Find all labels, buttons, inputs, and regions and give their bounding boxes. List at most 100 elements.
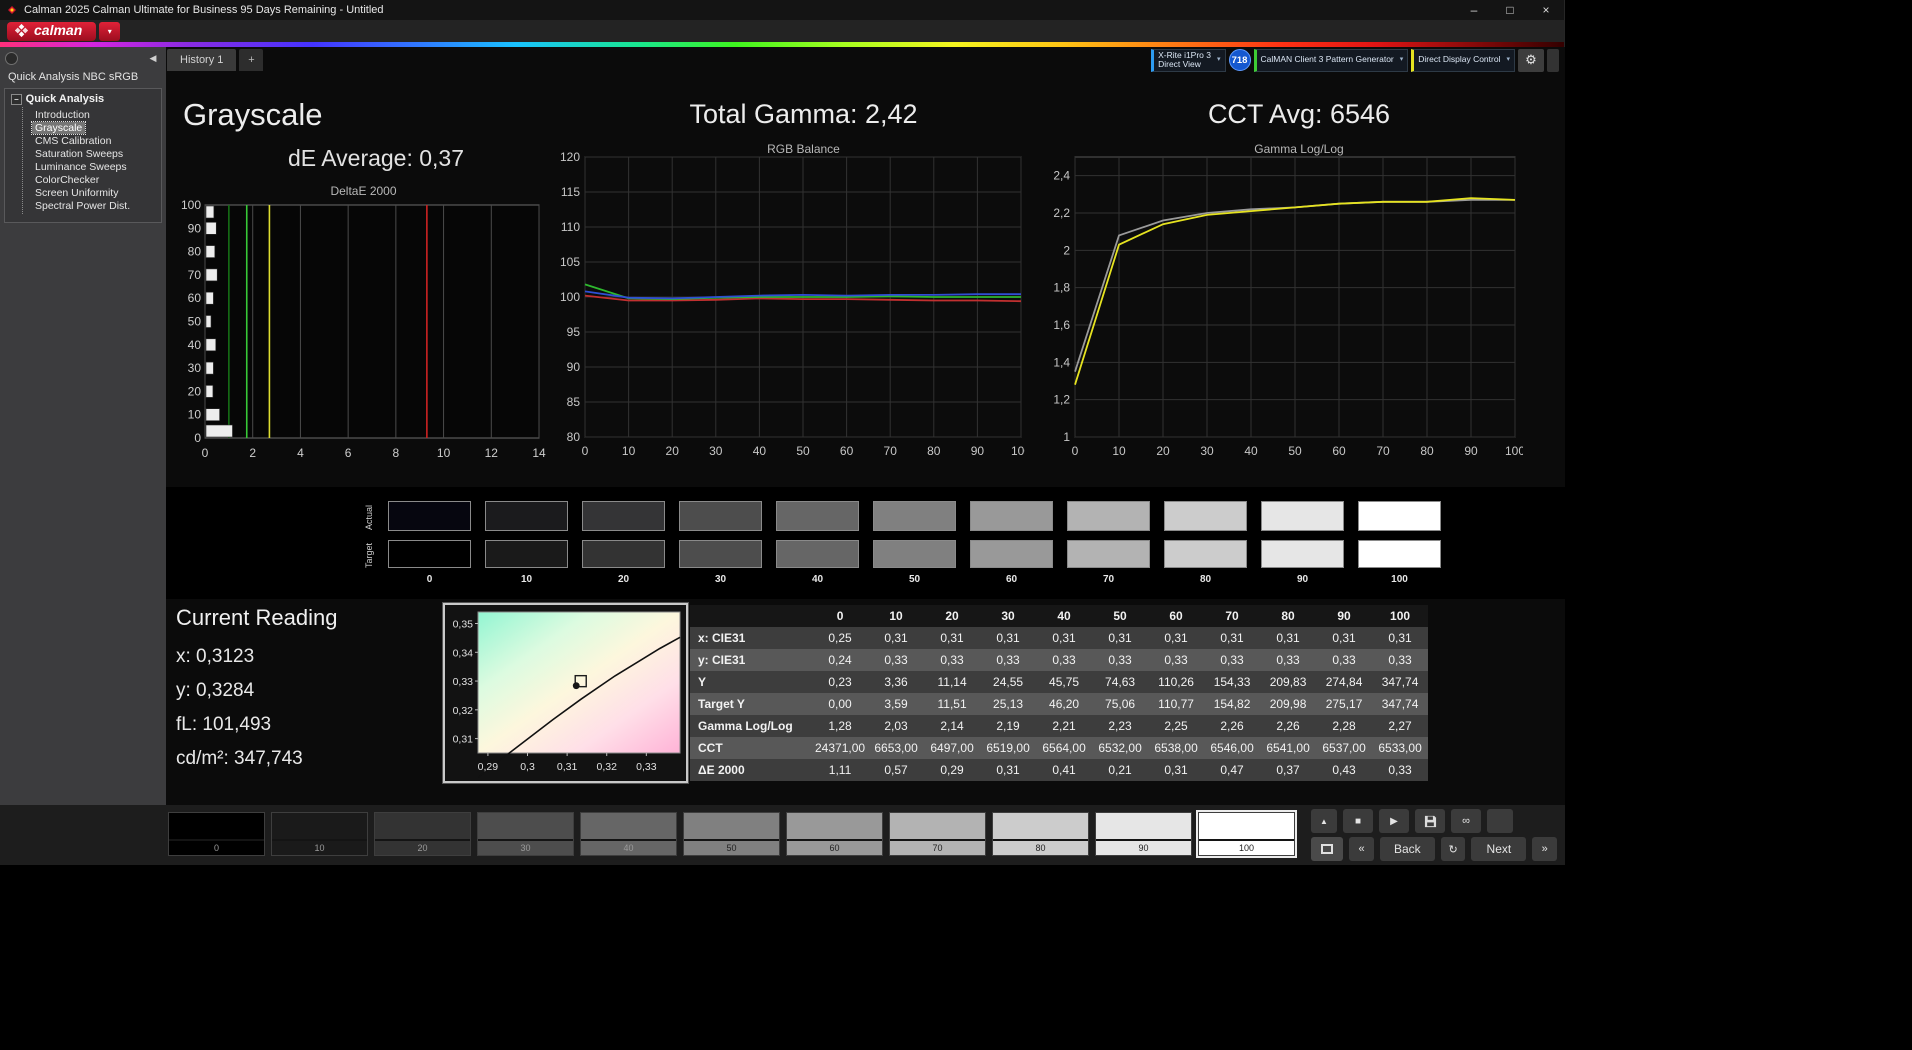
sidebar-collapse-button[interactable]: ◀: [145, 53, 161, 64]
swatch-actual-30: [679, 501, 762, 531]
meter-mode: Direct View: [1158, 60, 1211, 69]
minimize-button[interactable]: –: [1456, 0, 1492, 20]
tree-root[interactable]: −Quick Analysis: [9, 92, 159, 107]
patch-button-20[interactable]: 20: [374, 812, 471, 856]
pattern-window-button[interactable]: [1311, 837, 1343, 861]
table-cell: 0,29: [924, 759, 980, 781]
refresh-button[interactable]: ↻: [1441, 837, 1466, 861]
chevron-down-icon: ▾: [1400, 56, 1404, 64]
tree-items: IntroductionGrayscaleCMS CalibrationSatu…: [22, 107, 159, 214]
meter-select[interactable]: X-Rite i1Pro 3 Direct View ▾: [1151, 49, 1225, 72]
table-cell: 0,31: [1372, 627, 1428, 649]
table-row-label: Gamma Log/Log: [690, 715, 812, 737]
meter-status-badge[interactable]: 718: [1229, 49, 1251, 71]
deltae-chart-title: DeltaE 2000: [176, 184, 551, 198]
close-button[interactable]: ×: [1528, 0, 1564, 20]
save-button[interactable]: [1415, 809, 1445, 833]
patch-button-40[interactable]: 40: [580, 812, 677, 856]
patch-button-60[interactable]: 60: [786, 812, 883, 856]
sidebar-item-colorchecker[interactable]: ColorChecker: [32, 174, 102, 186]
patch-button-0[interactable]: 0: [168, 812, 265, 856]
patch-color: [375, 813, 470, 841]
swatch-actual-100: [1358, 501, 1441, 531]
table-cell: 0,23: [812, 671, 868, 693]
table-cell: 0,33: [868, 649, 924, 671]
patch-button-90[interactable]: 90: [1095, 812, 1192, 856]
calman-menu-button[interactable]: calman: [7, 22, 96, 41]
table-cell: 0,25: [812, 627, 868, 649]
settings-button[interactable]: ⚙: [1518, 49, 1544, 72]
table-cell: 0,31: [1148, 759, 1204, 781]
table-row-label: x: CIE31: [690, 627, 812, 649]
total-gamma-readout: Total Gamma: 2,42: [585, 99, 1022, 130]
sidebar: ◀ Quick Analysis NBC sRGB −Quick Analysi…: [0, 47, 166, 805]
play-button[interactable]: ▶: [1379, 809, 1409, 833]
patch-strip: 0 10 2030405060708090 100: [168, 812, 1295, 856]
table-cell: 0,31: [1260, 627, 1316, 649]
svg-text:95: 95: [567, 325, 581, 339]
sidebar-item-cms-calibration[interactable]: CMS Calibration: [32, 135, 114, 147]
chevrons-right-icon: »: [1542, 843, 1548, 855]
extra-button[interactable]: [1487, 809, 1513, 833]
window-title: Calman 2025 Calman Ultimate for Business…: [24, 4, 384, 16]
svg-text:60: 60: [188, 291, 202, 305]
actual-swatch-row: [388, 501, 1441, 531]
display-control-select[interactable]: Direct Display Control ▾: [1411, 49, 1515, 72]
table-cell: 154,82: [1204, 693, 1260, 715]
swatch-actual-50: [873, 501, 956, 531]
table-cell: 6533,00: [1372, 737, 1428, 759]
swatch-label-50: 50: [873, 574, 956, 585]
sidebar-item-luminance-sweeps[interactable]: Luminance Sweeps: [32, 161, 130, 173]
patch-button-80[interactable]: 80: [992, 812, 1089, 856]
svg-text:1,2: 1,2: [1053, 393, 1070, 407]
link-button[interactable]: ∞: [1451, 809, 1481, 833]
tab-history-1[interactable]: History 1: [167, 49, 236, 71]
pattern-window-up-button[interactable]: ▲: [1311, 809, 1337, 833]
table-cell: 0,31: [1316, 627, 1372, 649]
patch-color: [272, 813, 367, 841]
table-cell: 1,28: [812, 715, 868, 737]
side-handle-button[interactable]: [1547, 49, 1559, 72]
patch-button-10[interactable]: 10: [271, 812, 368, 856]
patch-label: 100: [1199, 841, 1294, 855]
rgb-balance-line-chart: 0102030405060708090100808590951001051101…: [555, 151, 1025, 461]
maximize-button[interactable]: □: [1492, 0, 1528, 20]
svg-text:90: 90: [1464, 444, 1478, 458]
stop-button[interactable]: ■: [1343, 809, 1373, 833]
first-page-button[interactable]: «: [1349, 837, 1374, 861]
svg-text:70: 70: [1376, 444, 1390, 458]
patch-button-30[interactable]: 30: [477, 812, 574, 856]
table-cell: 209,98: [1260, 693, 1316, 715]
pattern-generator-select[interactable]: CalMAN Client 3 Pattern Generator ▾: [1254, 49, 1409, 72]
table-cell: 0,31: [1092, 627, 1148, 649]
last-page-button[interactable]: »: [1532, 837, 1557, 861]
sidebar-item-screen-uniformity[interactable]: Screen Uniformity: [32, 187, 121, 199]
swatch-label-100: 100: [1358, 574, 1441, 585]
table-col-header-0: 0: [812, 605, 868, 627]
table-cell: 110,26: [1148, 671, 1204, 693]
tree-expander-icon[interactable]: −: [11, 94, 22, 105]
table-cell: 0,33: [1260, 649, 1316, 671]
svg-text:0: 0: [202, 446, 209, 460]
sidebar-item-saturation-sweeps[interactable]: Saturation Sweeps: [32, 148, 126, 160]
play-icon: ▶: [1390, 816, 1398, 827]
patch-button-100[interactable]: 100: [1198, 812, 1295, 856]
sidebar-menu-button[interactable]: [5, 52, 18, 65]
add-tab-button[interactable]: +: [239, 49, 263, 71]
patch-button-50[interactable]: 50: [683, 812, 780, 856]
current-reading-title: Current Reading: [176, 605, 337, 631]
reading-cdm2: cd/m²: 347,743: [176, 742, 337, 776]
sidebar-item-grayscale[interactable]: Grayscale: [32, 122, 85, 134]
back-button[interactable]: Back: [1380, 837, 1435, 861]
brand-dropdown-button[interactable]: ▾: [99, 22, 120, 41]
table-cell: 46,20: [1036, 693, 1092, 715]
table-cell: 0,41: [1036, 759, 1092, 781]
next-button[interactable]: Next: [1471, 837, 1526, 861]
patch-button-70[interactable]: 70: [889, 812, 986, 856]
table-col-header-70: 70: [1204, 605, 1260, 627]
table-row-label: Y: [690, 671, 812, 693]
target-swatch-row: [388, 540, 1441, 568]
patch-label: 10: [272, 841, 367, 855]
sidebar-item-introduction[interactable]: Introduction: [32, 109, 93, 121]
sidebar-item-spectral-power-dist[interactable]: Spectral Power Dist.: [32, 200, 133, 212]
